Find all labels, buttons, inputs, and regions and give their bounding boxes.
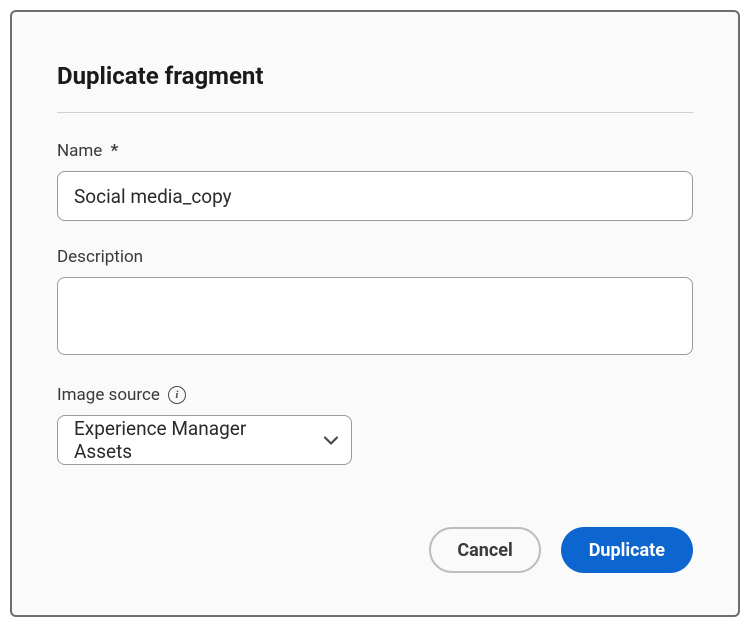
name-label-text: Name — [57, 141, 102, 161]
description-input[interactable] — [57, 277, 693, 355]
description-label: Description — [57, 247, 693, 267]
image-source-label: Image source — [57, 385, 160, 405]
cancel-button[interactable]: Cancel — [429, 527, 540, 573]
dialog-button-row: Cancel Duplicate — [429, 527, 693, 573]
duplicate-button[interactable]: Duplicate — [561, 527, 693, 573]
info-icon[interactable]: i — [168, 386, 186, 404]
duplicate-fragment-dialog: Duplicate fragment Name * Description Im… — [10, 10, 740, 617]
image-source-select[interactable]: Experience Manager Assets — [57, 415, 352, 465]
divider — [57, 112, 693, 113]
name-field-group: Name * — [57, 141, 693, 221]
description-field-group: Description — [57, 247, 693, 359]
name-input[interactable] — [57, 171, 693, 221]
dialog-title: Duplicate fragment — [57, 62, 693, 90]
image-source-field-group: Image source i Experience Manager Assets — [57, 385, 693, 465]
name-label: Name * — [57, 141, 693, 161]
image-source-select-wrap: Experience Manager Assets — [57, 415, 352, 465]
required-asterisk: * — [111, 141, 119, 161]
